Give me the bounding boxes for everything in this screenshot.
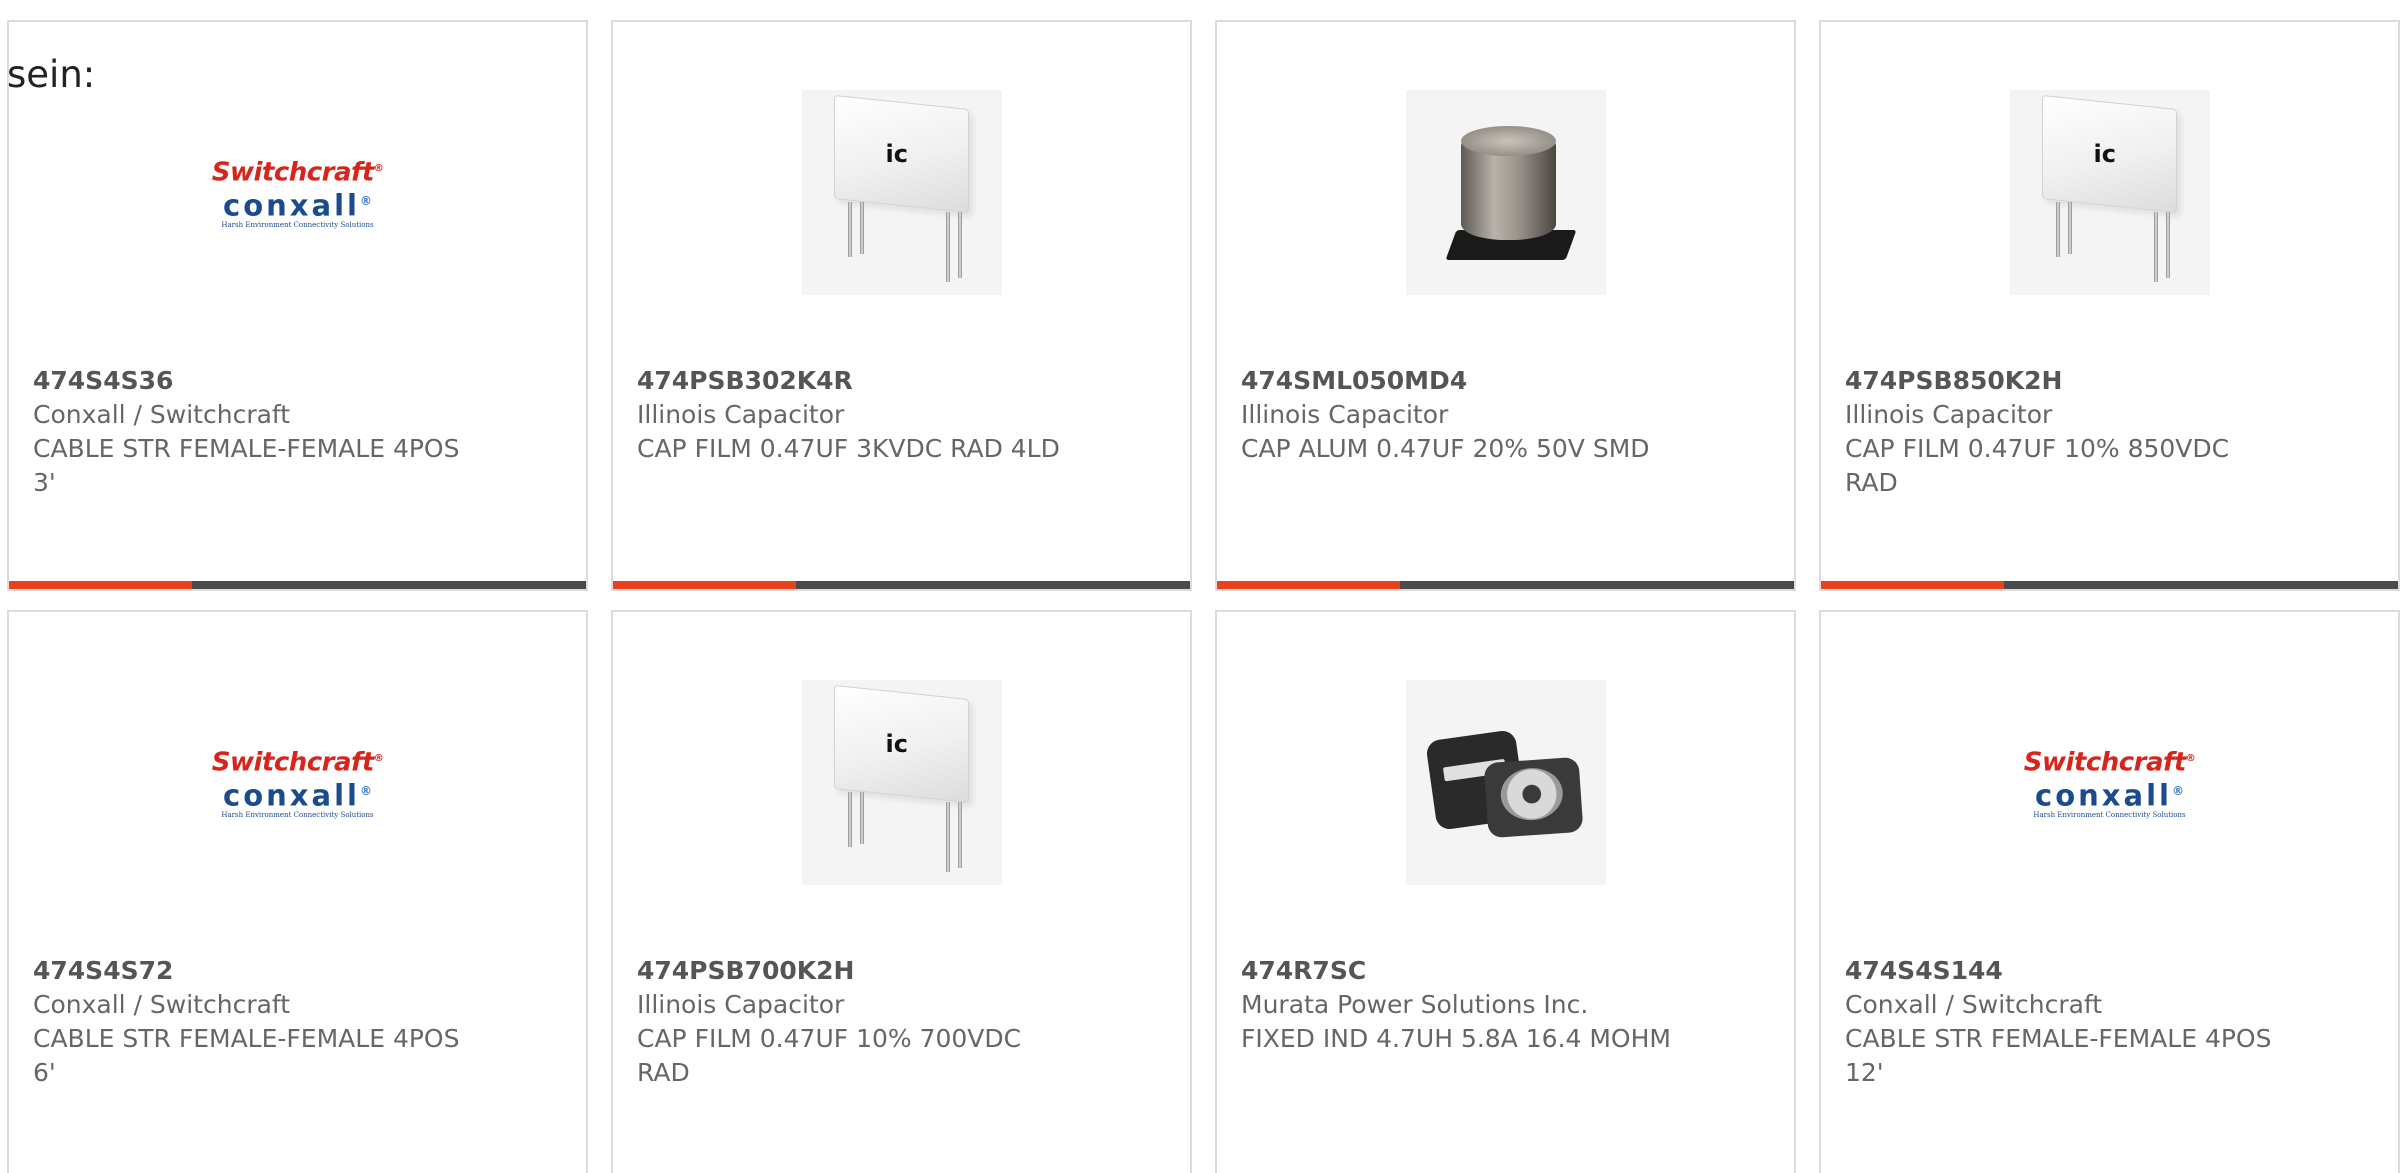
part-number-link[interactable]: 474PSB700K2H (637, 954, 1170, 988)
part-number-link[interactable]: 474PSB850K2H (1845, 364, 2378, 398)
product-image: Switchcraft® conxall® Harsh Environment … (2010, 680, 2210, 885)
part-number-link[interactable]: 474S4S36 (33, 364, 566, 398)
logo-mark: ® (373, 163, 384, 175)
card-bar-accent (9, 581, 192, 589)
product-card[interactable]: 474R7SC Murata Power Solutions Inc. FIXE… (1215, 610, 1796, 1173)
manufacturer: Illinois Capacitor (1845, 400, 2053, 429)
logo-line2: conxall (223, 188, 360, 223)
logo-mark: ® (373, 753, 384, 765)
logo-mark: ® (359, 194, 372, 208)
logo-line2: conxall (2035, 778, 2172, 813)
product-card[interactable]: Switchcraft® conxall® Harsh Environment … (1819, 610, 2400, 1173)
card-bar-accent (1821, 581, 2004, 589)
description: CAP ALUM 0.47UF 20% 50V SMD (1241, 434, 1650, 463)
logo-mark: ® (2185, 753, 2196, 765)
film-capacitor-photo: ic (801, 680, 1002, 885)
intro-text: sein: (7, 53, 96, 96)
logo-line1: Switchcraft (211, 748, 375, 778)
product-image (1405, 90, 1606, 295)
product-card[interactable]: 474SML050MD4 Illinois Capacitor CAP ALUM… (1215, 20, 1796, 591)
description: CAP FILM 0.47UF 10% 850VDC RAD (1845, 434, 2230, 497)
card-bar (1821, 581, 2398, 589)
product-image: ic (801, 680, 1002, 885)
part-number-link[interactable]: 474S4S144 (1845, 954, 2378, 988)
part-number-link[interactable]: 474PSB302K4R (637, 364, 1170, 398)
product-image: ic (2009, 90, 2210, 295)
logo-line2: conxall (223, 778, 360, 813)
description: CABLE STR FEMALE-FEMALE 4POS 6' (33, 1024, 460, 1087)
film-capacitor-mark: ic (885, 140, 908, 168)
card-bar (1217, 581, 1794, 589)
product-card[interactable]: ic 474PSB700K2H Illinois Capacitor CAP F… (611, 610, 1192, 1173)
smd-electrolytic-capacitor-photo (1405, 90, 1606, 295)
switchcraft-conxall-logo: Switchcraft® conxall® Harsh Environment … (198, 155, 398, 229)
switchcraft-conxall-logo: Switchcraft® conxall® Harsh Environment … (2010, 745, 2210, 819)
product-card[interactable]: Switchcraft® conxall® Harsh Environment … (7, 20, 588, 591)
card-bar (9, 581, 586, 589)
description: CAP FILM 0.47UF 10% 700VDC RAD (637, 1024, 1022, 1087)
logo-tagline: Harsh Environment Connectivity Solutions (221, 220, 374, 229)
description: FIXED IND 4.7UH 5.8A 16.4 MOHM (1241, 1024, 1671, 1053)
manufacturer: Illinois Capacitor (637, 400, 845, 429)
logo-mark: ® (359, 784, 372, 798)
manufacturer: Conxall / Switchcraft (1845, 990, 2103, 1019)
logo-tagline: Harsh Environment Connectivity Solutions (2033, 810, 2186, 819)
film-capacitor-mark: ic (885, 730, 908, 758)
product-grid: Switchcraft® conxall® Harsh Environment … (0, 0, 2400, 1173)
logo-tagline: Harsh Environment Connectivity Solutions (221, 810, 374, 819)
part-number-link[interactable]: 474S4S72 (33, 954, 566, 988)
film-capacitor-photo: ic (2009, 90, 2210, 295)
power-inductor-photo (1405, 680, 1606, 885)
manufacturer: Illinois Capacitor (1241, 400, 1449, 429)
card-bar-accent (613, 581, 796, 589)
manufacturer: Murata Power Solutions Inc. (1241, 990, 1589, 1019)
product-card[interactable]: ic 474PSB850K2H Illinois Capacitor CAP F… (1819, 20, 2400, 591)
product-card[interactable]: Switchcraft® conxall® Harsh Environment … (7, 610, 588, 1173)
film-capacitor-photo: ic (801, 90, 1002, 295)
description: CAP FILM 0.47UF 3KVDC RAD 4LD (637, 434, 1060, 463)
film-capacitor-mark: ic (2093, 140, 2116, 168)
card-bar (613, 581, 1190, 589)
logo-mark: ® (2171, 784, 2184, 798)
product-image (1405, 680, 1606, 885)
part-number-link[interactable]: 474SML050MD4 (1241, 364, 1774, 398)
logo-line1: Switchcraft (2023, 748, 2187, 778)
manufacturer: Conxall / Switchcraft (33, 400, 291, 429)
switchcraft-conxall-logo: Switchcraft® conxall® Harsh Environment … (198, 745, 398, 819)
card-bar-accent (1217, 581, 1400, 589)
logo-line1: Switchcraft (211, 158, 375, 188)
product-image: ic (801, 90, 1002, 295)
part-number-link[interactable]: 474R7SC (1241, 954, 1774, 988)
manufacturer: Illinois Capacitor (637, 990, 845, 1019)
product-image: Switchcraft® conxall® Harsh Environment … (198, 680, 398, 885)
description: CABLE STR FEMALE-FEMALE 4POS 12' (1845, 1024, 2272, 1087)
product-card[interactable]: ic 474PSB302K4R Illinois Capacitor CAP F… (611, 20, 1192, 591)
manufacturer: Conxall / Switchcraft (33, 990, 291, 1019)
product-image: Switchcraft® conxall® Harsh Environment … (198, 90, 398, 295)
description: CABLE STR FEMALE-FEMALE 4POS 3' (33, 434, 460, 497)
